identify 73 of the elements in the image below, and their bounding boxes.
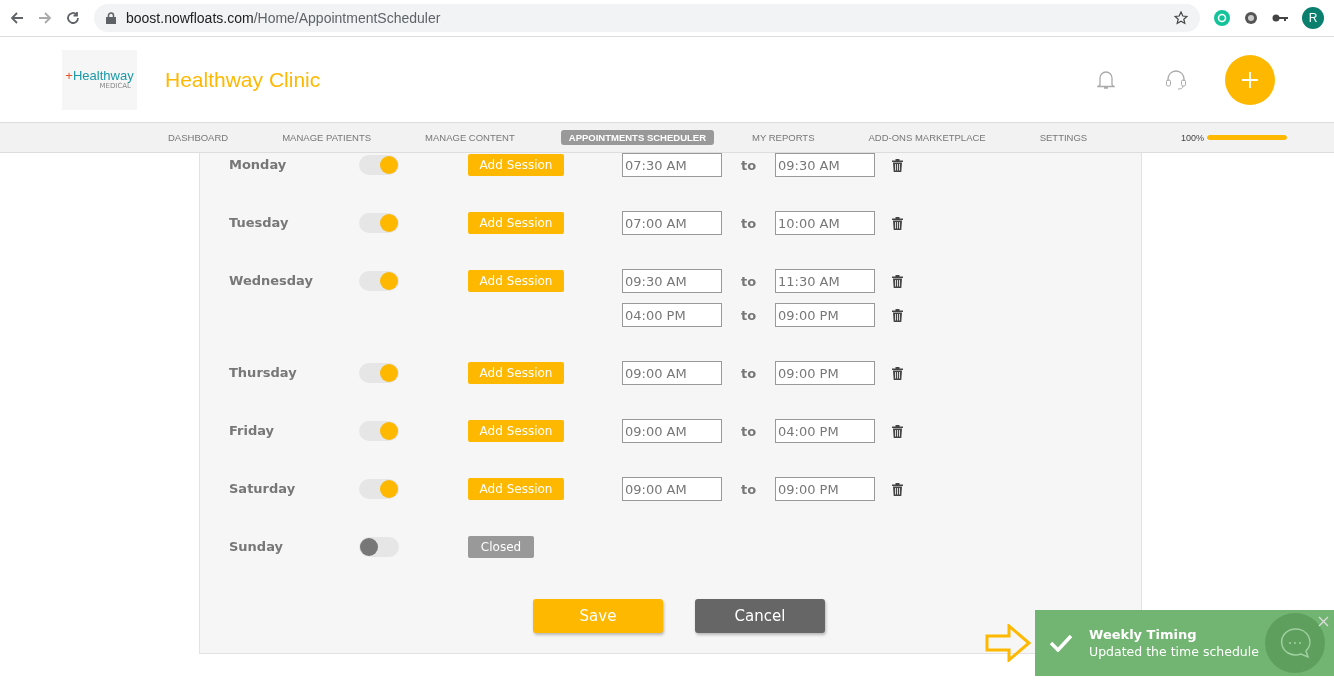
start-time-field[interactable]: 09:00 AM xyxy=(622,477,722,501)
to-label: to xyxy=(739,273,758,289)
to-label: to xyxy=(739,157,758,173)
end-time-field[interactable]: 09:30 AM xyxy=(775,153,875,177)
nav-tab[interactable]: DASHBOARD xyxy=(160,130,237,145)
nav-tab[interactable]: ADD-ONS MARKETPLACE xyxy=(860,130,994,145)
end-time-field[interactable]: 09:00 PM xyxy=(775,303,875,327)
end-time-field[interactable]: 09:00 PM xyxy=(775,361,875,385)
day-toggle[interactable] xyxy=(359,213,399,233)
day-name: Wednesday xyxy=(229,272,314,290)
end-time-field[interactable]: 11:30 AM xyxy=(775,269,875,293)
to-label: to xyxy=(739,481,758,497)
day-toggle[interactable] xyxy=(359,271,399,291)
profile-avatar[interactable]: R xyxy=(1302,7,1324,29)
day-toggle[interactable] xyxy=(359,421,399,441)
trash-icon[interactable] xyxy=(892,216,903,230)
close-icon xyxy=(1318,616,1329,627)
end-time-field[interactable]: 10:00 AM xyxy=(775,211,875,235)
to-label: to xyxy=(739,307,758,323)
start-time-field[interactable]: 04:00 PM xyxy=(622,303,722,327)
day-name: Thursday xyxy=(229,364,298,382)
cancel-button[interactable]: Cancel xyxy=(695,599,825,633)
nav-tab[interactable]: MANAGE CONTENT xyxy=(417,130,523,145)
day-toggle[interactable] xyxy=(359,479,399,499)
toast-message: Updated the time schedule xyxy=(1089,644,1259,659)
day-toggle[interactable] xyxy=(359,363,399,383)
address-bar[interactable]: boost.nowfloats.com/Home/AppointmentScheduler xyxy=(94,4,1200,32)
reload-icon[interactable] xyxy=(66,11,80,25)
logo-text: +Healthway xyxy=(65,69,134,82)
start-time-field[interactable]: 09:00 AM xyxy=(622,419,722,443)
url-text: boost.nowfloats.com/Home/AppointmentScheduler xyxy=(126,10,441,26)
plus-icon xyxy=(1242,71,1258,88)
trash-icon[interactable] xyxy=(892,308,903,322)
bell-icon[interactable] xyxy=(1097,69,1115,90)
check-icon xyxy=(1049,634,1073,652)
clinic-name: Healthway Clinic xyxy=(165,67,322,92)
trash-icon[interactable] xyxy=(892,274,903,288)
day-name: Sunday xyxy=(229,538,285,556)
trash-icon[interactable] xyxy=(892,366,903,380)
back-icon[interactable] xyxy=(10,11,24,25)
arrow-icon xyxy=(985,624,1031,662)
start-time-field[interactable]: 09:00 AM xyxy=(622,361,722,385)
end-time-field[interactable]: 09:00 PM xyxy=(775,477,875,501)
extension-icon[interactable] xyxy=(1244,11,1258,25)
progress-reading: 100% xyxy=(1180,132,1204,143)
end-time-field[interactable]: 04:00 PM xyxy=(775,419,875,443)
to-label: to xyxy=(739,365,758,381)
star-icon[interactable] xyxy=(1174,11,1188,25)
trash-icon[interactable] xyxy=(892,424,903,438)
nav-tab[interactable]: SETTINGS xyxy=(1031,130,1096,145)
day-toggle[interactable] xyxy=(359,155,399,175)
to-label: to xyxy=(739,215,758,231)
nav-tab[interactable]: MANAGE PATIENTS xyxy=(274,130,380,145)
start-time-field[interactable]: 07:00 AM xyxy=(622,211,722,235)
key-icon[interactable] xyxy=(1272,13,1288,23)
nav-tab[interactable]: APPOINTMENTS SCHEDULER xyxy=(560,130,714,145)
start-time-field[interactable]: 07:30 AM xyxy=(622,153,722,177)
day-name: Friday xyxy=(229,422,276,440)
day-name: Saturday xyxy=(229,480,297,498)
headset-icon[interactable] xyxy=(1165,68,1187,91)
start-time-field[interactable]: 09:30 AM xyxy=(622,269,722,293)
closed-button[interactable]: Closed xyxy=(468,536,534,558)
to-label: to xyxy=(739,423,758,439)
trash-icon[interactable] xyxy=(892,482,903,496)
forward-icon[interactable] xyxy=(38,11,52,25)
trash-icon[interactable] xyxy=(892,158,903,172)
day-toggle[interactable] xyxy=(359,537,399,557)
chat-icon xyxy=(1278,626,1312,660)
day-name: Tuesday xyxy=(229,214,290,232)
toast-title: Weekly Timing xyxy=(1089,627,1198,642)
nav-tab[interactable]: MY REPORTS xyxy=(744,130,823,145)
lock-icon xyxy=(106,12,116,24)
day-name: Monday xyxy=(229,156,288,174)
